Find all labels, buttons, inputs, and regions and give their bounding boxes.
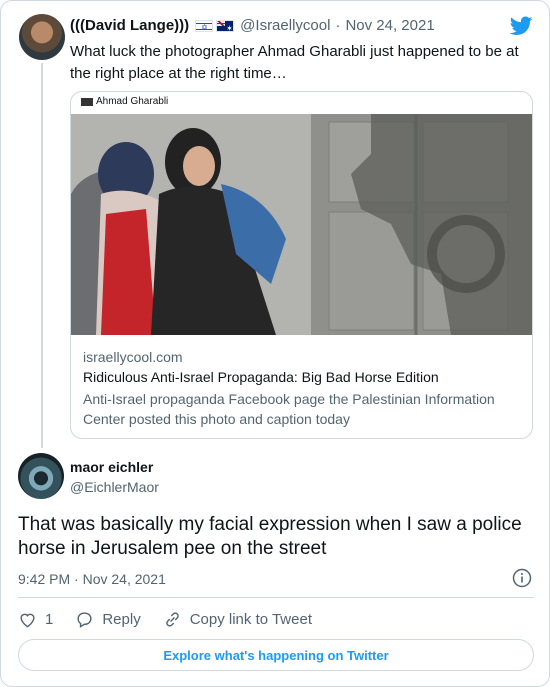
card-description: Anti-Israel propaganda Facebook page the… xyxy=(83,391,495,427)
image-source-label: Ahmad Gharabli xyxy=(96,96,169,107)
reply-author-handle[interactable]: @EichlerMaor xyxy=(70,479,159,495)
flag-emojis xyxy=(195,19,235,38)
australia-flag-icon xyxy=(216,20,235,38)
card-title[interactable]: Ridiculous Anti-Israel Propaganda: Big B… xyxy=(83,369,439,385)
explore-button[interactable]: Explore what's happening on Twitter xyxy=(18,639,534,671)
author-handle[interactable]: @Israellycool xyxy=(240,17,330,35)
camera-icon xyxy=(81,97,93,106)
reply-author-name[interactable]: maor eichler xyxy=(70,459,153,475)
info-icon[interactable] xyxy=(512,568,532,588)
card-domain[interactable]: israellycool.com xyxy=(83,349,183,365)
like-button[interactable]: 1 xyxy=(18,610,53,629)
tweet-embed: (((David Lange))) @Israellycool · Nov 24… xyxy=(0,0,550,687)
israel-flag-icon xyxy=(195,19,214,37)
reply-timestamp[interactable]: 9:42 PM · Nov 24, 2021 xyxy=(18,571,166,587)
heart-icon xyxy=(20,613,35,627)
image-source: Ahmad Gharabli xyxy=(81,96,168,107)
link-card[interactable]: Ahmad Gharabli israellycool.com Ridiculo… xyxy=(70,91,533,439)
thread-line xyxy=(41,63,43,448)
action-bar: 1 Reply Copy link to Tweet xyxy=(18,609,334,629)
copy-link-label: Copy link to Tweet xyxy=(189,610,312,628)
tweet-text: What luck the photographer Ahmad Gharabl… xyxy=(70,43,519,82)
reply-icon xyxy=(77,611,92,628)
copy-link-button[interactable]: Copy link to Tweet xyxy=(163,610,312,629)
reply-label: Reply xyxy=(102,610,141,628)
author-name[interactable]: (((David Lange))) xyxy=(70,17,189,35)
tweet-header: (((David Lange))) @Israellycool · Nov 24… xyxy=(70,17,435,38)
tweet-date[interactable]: Nov 24, 2021 xyxy=(345,17,434,35)
link-icon xyxy=(165,611,179,627)
date-separator: · xyxy=(335,17,341,34)
card-photo xyxy=(71,114,532,335)
divider xyxy=(18,597,534,598)
avatar[interactable] xyxy=(19,14,65,60)
twitter-logo-icon[interactable] xyxy=(510,16,533,36)
reply-button[interactable]: Reply xyxy=(75,610,141,629)
reply-avatar[interactable] xyxy=(18,453,64,499)
like-count: 1 xyxy=(45,610,54,628)
reply-text: That was basically my facial expression … xyxy=(18,514,522,559)
